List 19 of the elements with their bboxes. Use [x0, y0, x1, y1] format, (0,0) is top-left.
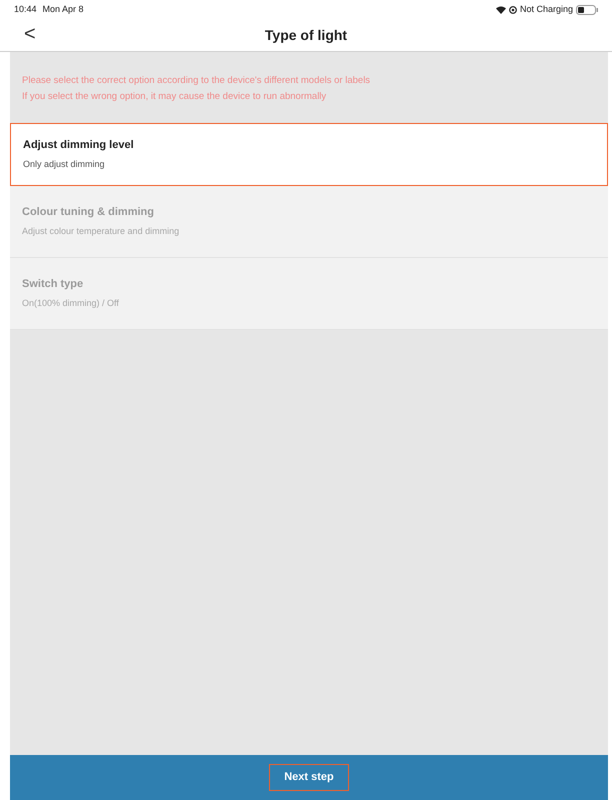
option-title: Switch type: [22, 276, 84, 292]
back-button[interactable]: <: [24, 24, 36, 44]
light-type-option[interactable]: Colour tuning & dimming Adjust colour temperature and dimming: [10, 186, 608, 258]
status-date: Mon Apr 8: [42, 3, 84, 16]
battery-status: Not Charging: [520, 3, 573, 16]
battery-icon: [576, 5, 598, 15]
light-type-option[interactable]: Switch type On(100% dimming) / Off: [10, 258, 608, 330]
next-step-button[interactable]: Next step: [269, 764, 349, 791]
option-title: Colour tuning & dimming: [22, 204, 155, 220]
option-title: Adjust dimming level: [23, 138, 135, 152]
option-subtitle: Only adjust dimming: [23, 158, 106, 171]
status-time: 10:44: [14, 3, 37, 16]
option-subtitle: Adjust colour temperature and dimming: [22, 225, 180, 238]
warning-text: Please select the correct option according to the device's different models or labels: [22, 74, 372, 88]
light-type-option[interactable]: Adjust dimming level Only adjust dimming: [10, 122, 608, 186]
warning-text: If you select the wrong option, it may cause the device to run abnormally: [22, 90, 328, 104]
wifi-icon: [496, 6, 506, 14]
page-title: Type of light: [264, 26, 348, 45]
option-subtitle: On(100% dimming) / Off: [22, 297, 120, 310]
